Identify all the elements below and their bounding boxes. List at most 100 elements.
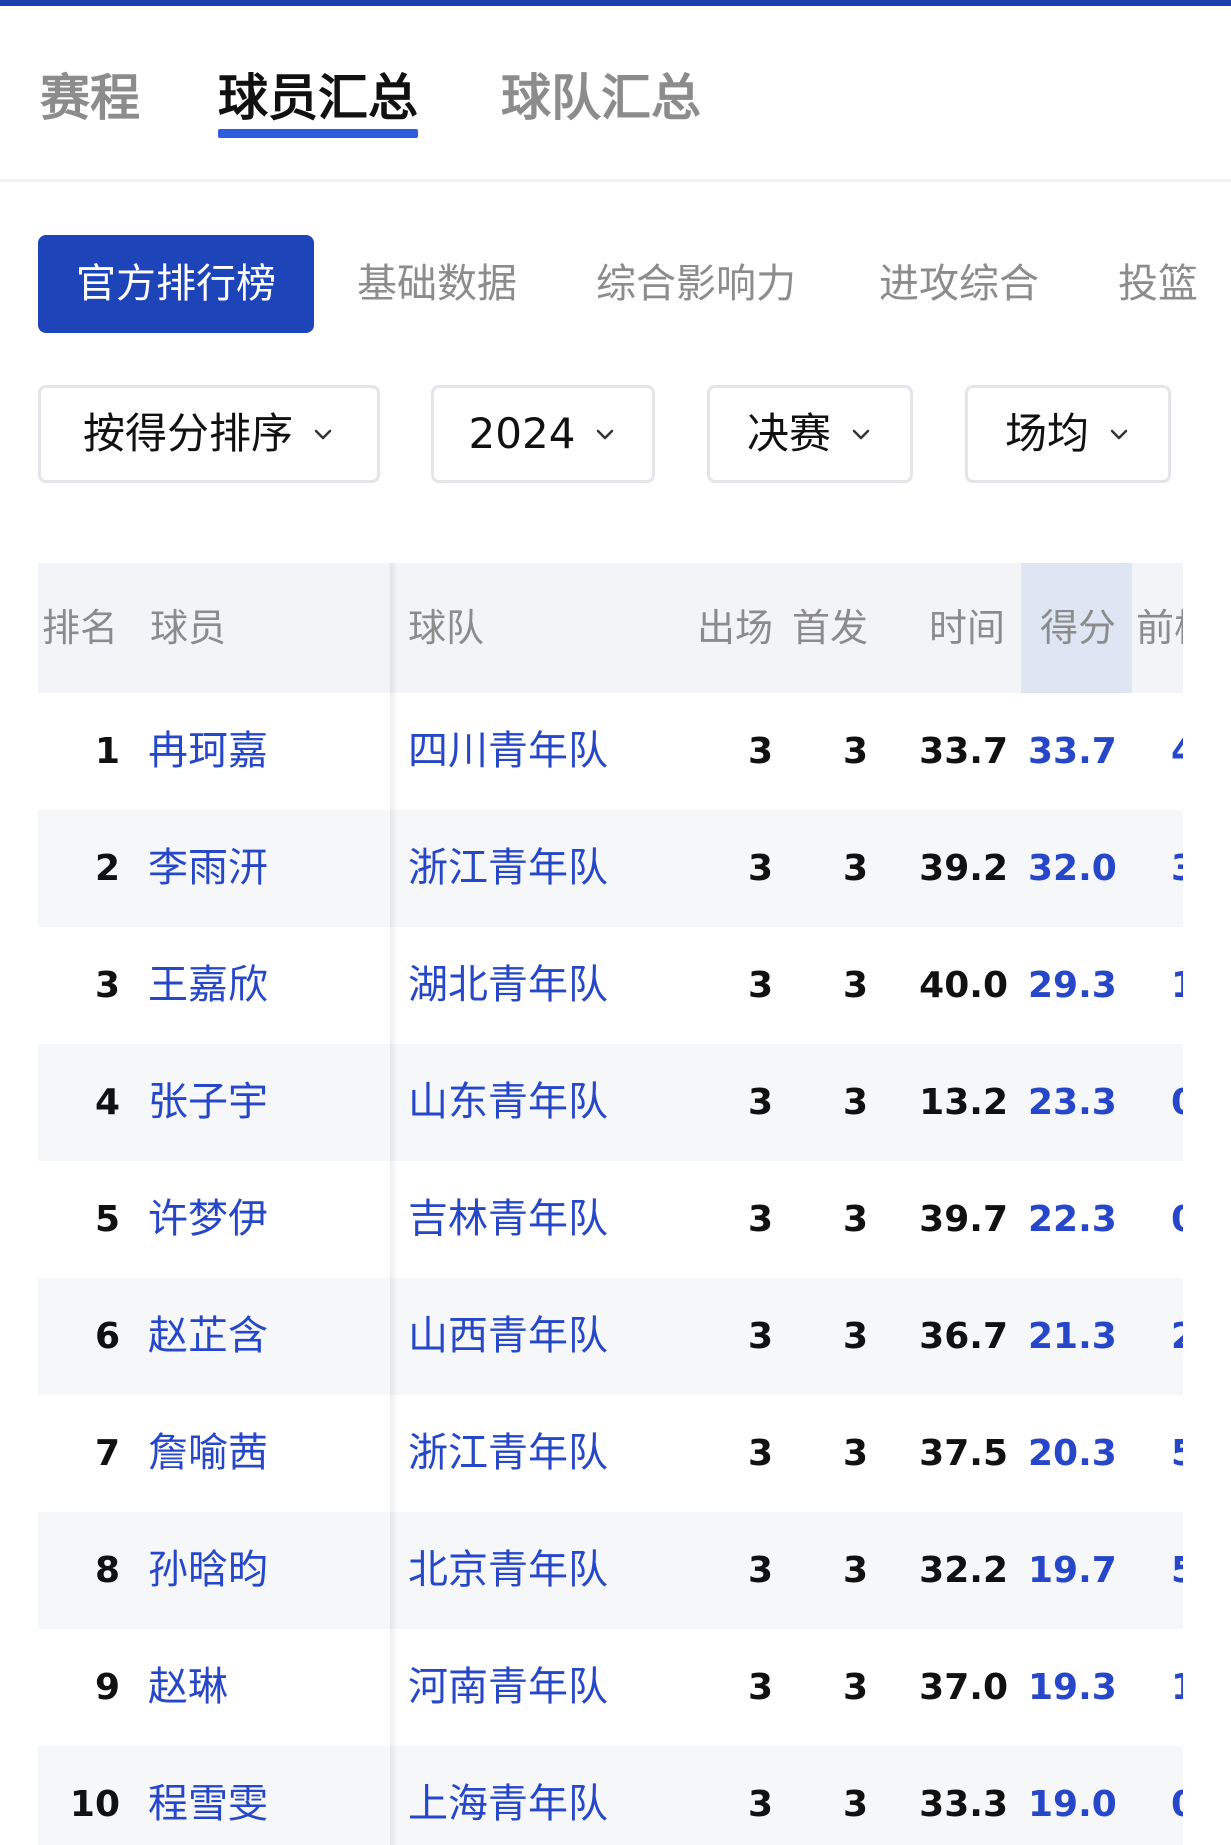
games-played-cell: 3	[747, 848, 773, 889]
player-name-link[interactable]: 许梦伊	[148, 1161, 268, 1278]
front-rebounds-cell[interactable]: 3	[1171, 810, 1183, 927]
points-cell[interactable]: 23.3	[1028, 1044, 1117, 1161]
tab-schedule[interactable]: 赛程	[40, 64, 140, 132]
team-name-link[interactable]: 山东青年队	[408, 1044, 608, 1161]
subtab-overall-impact[interactable]: 综合影响力	[596, 235, 796, 333]
header-player[interactable]: 球员	[150, 563, 226, 693]
points-cell[interactable]: 33.7	[1028, 693, 1117, 810]
table-row[interactable]: 6 赵芷含 山西青年队 3 3 36.7 21.3 2	[38, 1278, 1183, 1395]
team-name-link[interactable]: 吉林青年队	[408, 1161, 608, 1278]
points-cell[interactable]: 19.7	[1028, 1512, 1117, 1629]
games-started-cell: 3	[842, 1082, 868, 1123]
team-name-link[interactable]: 浙江青年队	[408, 810, 608, 927]
minutes-cell: 37.0	[919, 1667, 1008, 1708]
front-rebounds-cell[interactable]: 5	[1171, 1512, 1183, 1629]
table-row[interactable]: 7 詹喻茜 浙江青年队 3 3 37.5 20.3 5	[38, 1395, 1183, 1512]
player-name-link[interactable]: 詹喻茜	[148, 1395, 268, 1512]
minutes-cell: 36.7	[919, 1316, 1008, 1357]
player-name-link[interactable]: 张子宇	[148, 1044, 268, 1161]
games-started-cell: 3	[842, 1784, 868, 1825]
header-team[interactable]: 球队	[408, 563, 484, 693]
player-name-link[interactable]: 冉珂嘉	[148, 693, 268, 810]
points-cell[interactable]: 19.3	[1028, 1629, 1117, 1746]
team-name-link[interactable]: 河南青年队	[408, 1629, 608, 1746]
tab-label: 赛程	[40, 69, 140, 127]
subtab-shooting[interactable]: 投篮	[1118, 235, 1198, 333]
header-games-played[interactable]: 出场	[697, 563, 773, 693]
games-played-cell: 3	[747, 1784, 773, 1825]
mode-dropdown-value: 场均	[1004, 409, 1089, 458]
rank-cell: 2	[94, 848, 120, 889]
team-name-link[interactable]: 四川青年队	[408, 693, 608, 810]
points-cell[interactable]: 20.3	[1028, 1395, 1117, 1512]
games-played-cell: 3	[747, 1433, 773, 1474]
rank-cell: 5	[94, 1199, 120, 1240]
front-rebounds-cell[interactable]: 0	[1171, 1746, 1183, 1845]
points-cell[interactable]: 32.0	[1028, 810, 1117, 927]
mode-dropdown[interactable]: 场均	[965, 385, 1171, 483]
rank-cell: 7	[94, 1433, 120, 1474]
table-row[interactable]: 9 赵琳 河南青年队 3 3 37.0 19.3 1	[38, 1629, 1183, 1746]
minutes-cell: 33.3	[919, 1784, 1008, 1825]
header-front-rebounds[interactable]: 前板	[1136, 563, 1183, 693]
minutes-cell: 32.2	[919, 1550, 1008, 1591]
player-name-link[interactable]: 孙晗昀	[148, 1512, 268, 1629]
header-rank[interactable]: 排名	[42, 563, 118, 693]
table-row[interactable]: 3 王嘉欣 湖北青年队 3 3 40.0 29.3 1	[38, 927, 1183, 1044]
games-started-cell: 3	[842, 1199, 868, 1240]
minutes-cell: 37.5	[919, 1433, 1008, 1474]
games-played-cell: 3	[747, 1199, 773, 1240]
stage-dropdown[interactable]: 决赛	[707, 385, 913, 483]
front-rebounds-cell[interactable]: 2	[1171, 1278, 1183, 1395]
front-rebounds-cell[interactable]: 1	[1171, 1629, 1183, 1746]
table-row[interactable]: 2 李雨汧 浙江青年队 3 3 39.2 32.0 3	[38, 810, 1183, 927]
table-body: 1冉珂嘉四川青年队3333.733.742李雨汧浙江青年队3339.232.03…	[38, 693, 1183, 1845]
team-name-link[interactable]: 山西青年队	[408, 1278, 608, 1395]
minutes-cell: 40.0	[919, 965, 1008, 1006]
player-stats-table: 排名 球员 球队 出场 首发 时间 得分 前板 1冉珂嘉四川青年队3333.73…	[38, 563, 1183, 1845]
subtab-official-ranking[interactable]: 官方排行榜	[38, 235, 314, 333]
tab-team-summary[interactable]: 球队汇总	[501, 64, 701, 132]
team-name-link[interactable]: 湖北青年队	[408, 927, 608, 1044]
main-tabs: 赛程 球员汇总 球队汇总	[0, 6, 1231, 182]
header-minutes[interactable]: 时间	[929, 563, 1005, 693]
front-rebounds-cell[interactable]: 1	[1171, 927, 1183, 1044]
games-started-cell: 3	[842, 1550, 868, 1591]
points-cell[interactable]: 29.3	[1028, 927, 1117, 1044]
player-name-link[interactable]: 李雨汧	[148, 810, 268, 927]
games-started-cell: 3	[842, 1433, 868, 1474]
player-name-link[interactable]: 赵芷含	[148, 1278, 268, 1395]
table-row[interactable]: 10 程雪雯 上海青年队 3 3 33.3 19.0 0	[38, 1746, 1183, 1845]
team-name-link[interactable]: 上海青年队	[408, 1746, 608, 1845]
header-points-sorted[interactable]: 得分	[1021, 563, 1132, 693]
player-name-link[interactable]: 赵琳	[148, 1629, 228, 1746]
minutes-cell: 39.7	[919, 1199, 1008, 1240]
team-name-link[interactable]: 浙江青年队	[408, 1395, 608, 1512]
team-name-link[interactable]: 北京青年队	[408, 1512, 608, 1629]
table-row[interactable]: 1 冉珂嘉 四川青年队 3 3 33.7 33.7 4	[38, 693, 1183, 810]
points-cell[interactable]: 19.0	[1028, 1746, 1117, 1845]
points-cell[interactable]: 22.3	[1028, 1161, 1117, 1278]
front-rebounds-cell[interactable]: 0	[1171, 1044, 1183, 1161]
games-started-cell: 3	[842, 1667, 868, 1708]
sort-dropdown-value: 按得分排序	[82, 409, 293, 458]
stat-category-tabs: 官方排行榜 基础数据 综合影响力 进攻综合 投篮	[0, 235, 1231, 335]
player-name-link[interactable]: 王嘉欣	[148, 927, 268, 1044]
year-dropdown[interactable]: 2024	[431, 385, 655, 483]
table-row[interactable]: 8 孙晗昀 北京青年队 3 3 32.2 19.7 5	[38, 1512, 1183, 1629]
table-row[interactable]: 4 张子宇 山东青年队 3 3 13.2 23.3 0	[38, 1044, 1183, 1161]
player-name-link[interactable]: 程雪雯	[148, 1746, 268, 1845]
header-games-started[interactable]: 首发	[792, 563, 868, 693]
front-rebounds-cell[interactable]: 5	[1171, 1395, 1183, 1512]
front-rebounds-cell[interactable]: 4	[1171, 693, 1183, 810]
chevron-down-icon	[1110, 429, 1128, 440]
front-rebounds-cell[interactable]: 0	[1171, 1161, 1183, 1278]
tab-player-summary[interactable]: 球员汇总	[218, 64, 418, 138]
year-dropdown-value: 2024	[468, 409, 576, 458]
sort-dropdown[interactable]: 按得分排序	[38, 385, 380, 483]
points-cell[interactable]: 21.3	[1028, 1278, 1117, 1395]
table-row[interactable]: 5 许梦伊 吉林青年队 3 3 39.7 22.3 0	[38, 1161, 1183, 1278]
subtab-basic-stats[interactable]: 基础数据	[357, 235, 517, 333]
subtab-offense[interactable]: 进攻综合	[879, 235, 1039, 333]
games-played-cell: 3	[747, 1082, 773, 1123]
